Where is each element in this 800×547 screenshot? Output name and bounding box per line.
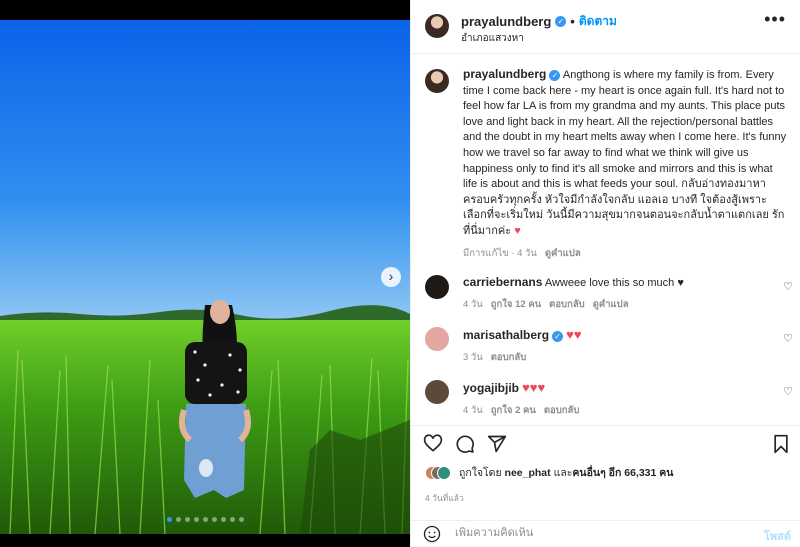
liker-avatar [437,465,451,480]
comment-text: ♥♥♥ [522,379,546,395]
emoji-icon[interactable] [423,525,441,543]
reply-button[interactable]: ตอบกลับ [549,297,585,312]
comment-meta: 4 วัน ถูกใจ 12 คน ตอบกลับ ดูคำแปล [463,297,771,312]
reply-button[interactable]: ตอบกลับ [491,350,527,365]
header-user: prayalundberg ✓ • ติดตาม [461,12,617,31]
comment-text: Awweee love this so much ♥ [544,276,684,289]
comment-meta: 3 วัน ตอบกลับ [463,350,771,365]
avatar[interactable] [425,274,449,299]
action-bar [411,425,800,465]
verified-icon: ✓ [555,16,567,27]
carousel-dot [220,517,226,522]
likes-prefix: ถูกใจโดย [459,467,502,479]
comment-input[interactable] [455,527,735,539]
comment-list: carriebernans Awweee love this so much ♥… [411,274,800,418]
likes-middle: และ [553,467,573,479]
edited-label: มีการแก้ไข [463,247,509,259]
follow-button[interactable]: ติดตาม [579,12,617,31]
caption-text: Angthong is where my family is from. Eve… [463,69,787,237]
comment-item: marisathalberg ✓ ♥♥ 3 วัน ตอบกลับ ♡ [411,326,800,365]
carousel-dot [175,517,181,522]
red-heart-icon: ♥ [514,224,521,237]
carousel-dot [202,517,208,522]
caption: prayalundberg ✓ Angthong is where my fam… [411,55,800,261]
post-header: prayalundberg ✓ • ติดตาม อำเภอแสวงหา ••• [411,0,800,54]
comment-likes[interactable]: ถูกใจ 2 คน [491,403,536,418]
caption-username[interactable]: prayalundberg [463,67,546,81]
comment-icon[interactable] [455,434,475,454]
comment-likes[interactable]: ถูกใจ 12 คน [491,297,541,312]
post-sidebar: prayalundberg ✓ • ติดตาม อำเภอแสวงหา •••… [410,0,800,547]
post-media: › [0,0,410,547]
avatar[interactable] [425,69,449,93]
carousel-dot [166,517,172,522]
comment-time[interactable]: 4 วัน [463,403,483,418]
heart-icon[interactable] [423,434,443,454]
comment-heart-icon[interactable]: ♡ [783,385,793,398]
translate-link[interactable]: ดูคำแปล [593,297,629,312]
location-link[interactable]: อำเภอแสวงหา [461,31,524,46]
comment-heart-icon[interactable]: ♡ [783,332,793,345]
comment-item: carriebernans Awweee love this so much ♥… [411,274,800,312]
carousel-dots [0,517,410,522]
carousel-dot [211,517,217,522]
liker-username[interactable]: nee_phat [505,467,551,479]
comment-item: yogajibjib ♥♥♥ 4 วัน ถูกใจ 2 คน ตอบกลับ ♡ [411,379,800,418]
share-icon[interactable] [487,434,507,454]
likes-summary: ถูกใจโดย nee_phat และคนอื่นๆ อีก 66,331 … [425,464,673,481]
comment-text-line: carriebernans Awweee love this so much ♥ [463,275,771,291]
likes-others[interactable]: คนอื่นๆ อีก 66,331 คน [572,467,673,479]
verified-icon: ✓ [552,330,564,342]
separator-dot: • [570,14,575,29]
carousel-dot [238,517,244,522]
comment-heart-icon[interactable]: ♡ [783,280,793,293]
translate-link[interactable]: ดูคำแปล [545,246,581,261]
avatar[interactable] [425,379,449,404]
avatar[interactable] [425,326,449,351]
comment-text-line: marisathalberg ✓ ♥♥ [463,327,771,344]
caption-time[interactable]: 4 วัน [517,248,537,259]
avatar[interactable] [425,14,449,38]
caption-meta: มีการแก้ไข · 4 วัน ดูคำแปล [463,246,581,261]
comment-time[interactable]: 3 วัน [463,350,483,365]
carousel-next-button[interactable]: › [381,267,401,287]
header-username[interactable]: prayalundberg [461,14,551,29]
post-button[interactable]: โพสต์ [764,527,791,545]
verified-icon: ✓ [549,70,561,81]
add-comment-bar: โพสต์ [411,520,800,547]
comment-text-line: yogajibjib ♥♥♥ [463,380,771,397]
comment-text: ♥♥ [566,326,582,342]
carousel-dot [229,517,235,522]
comment-time[interactable]: 4 วัน [463,297,483,312]
more-horizontal-icon[interactable]: ••• [764,10,786,28]
carousel-dot [184,517,190,522]
comment-username[interactable]: marisathalberg [463,328,549,342]
caption-text-block: prayalundberg ✓ Angthong is where my fam… [463,67,787,240]
comment-username[interactable]: carriebernans [463,275,542,289]
reply-button[interactable]: ตอบกลับ [544,403,580,418]
bookmark-icon[interactable] [771,434,791,454]
post-photo[interactable] [0,20,410,534]
photo-scene [0,20,410,534]
comment-username[interactable]: yogajibjib [463,381,519,395]
post-time[interactable]: 4 วันที่แล้ว [425,491,464,505]
carousel-dot [193,517,199,522]
comments-section: prayalundberg ✓ Angthong is where my fam… [411,55,800,425]
comment-meta: 4 วัน ถูกใจ 2 คน ตอบกลับ [463,403,771,418]
